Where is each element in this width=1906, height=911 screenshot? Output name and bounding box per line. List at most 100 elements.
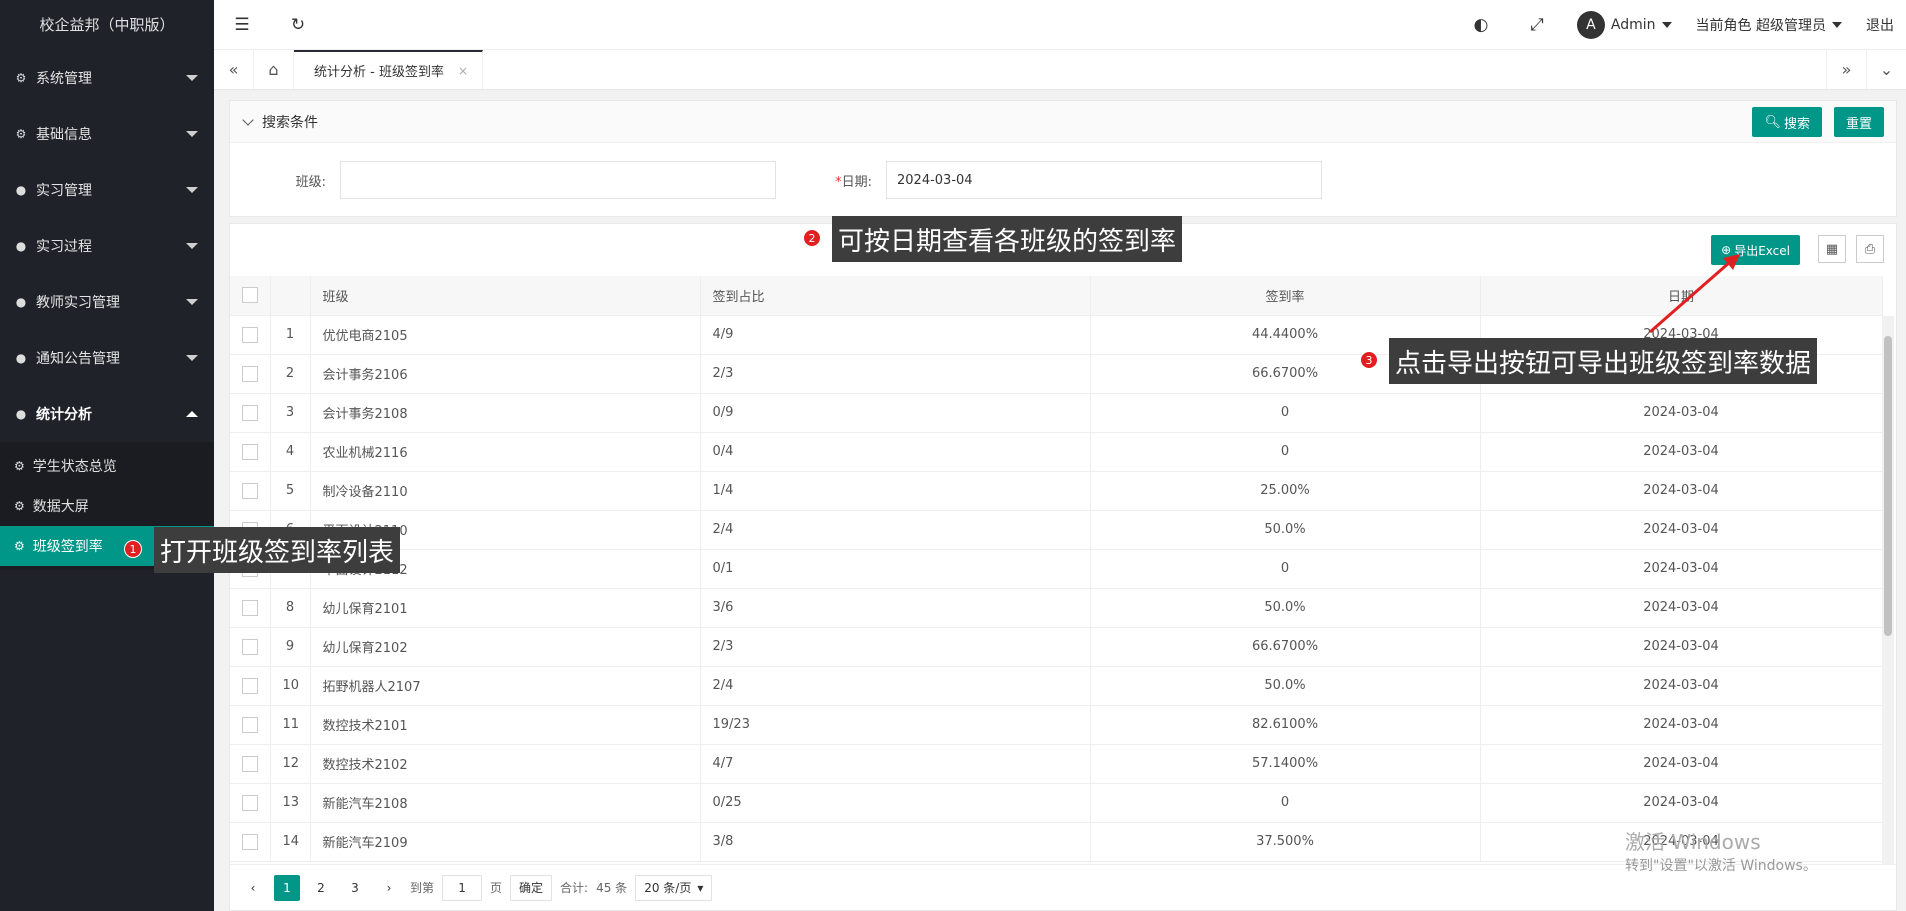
cell-rate: 0: [1090, 432, 1481, 472]
sidebar-group-basic-info[interactable]: ⚙ 基础信息: [0, 106, 214, 162]
row-index: 9: [270, 627, 311, 667]
cell-date: 2024-03-04: [1480, 705, 1883, 745]
sidebar-group-statistics[interactable]: ● 统计分析: [0, 386, 214, 442]
column-header[interactable]: 班级: [310, 276, 701, 316]
sidebar-item-label: 班级签到率: [32, 539, 103, 555]
role-menu[interactable]: 当前角色 超级管理员: [1684, 0, 1854, 50]
column-header[interactable]: 签到率: [1090, 276, 1481, 316]
table-row[interactable]: 12 数控技术2102 4/7 57.1400% 2024-03-04: [230, 744, 1883, 784]
prev-page-icon[interactable]: ‹: [240, 875, 266, 901]
row-checkbox[interactable]: [230, 822, 271, 862]
cell-ratio: 4/7: [700, 744, 1091, 784]
column-header[interactable]: 签到占比: [700, 276, 1091, 316]
caret-down-icon: [186, 187, 198, 193]
row-checkbox[interactable]: [230, 627, 271, 667]
cell-ratio: 3/6: [700, 588, 1091, 628]
date-label-text: 日期:: [841, 174, 872, 190]
logout-link[interactable]: 退出: [1854, 0, 1906, 50]
table-row[interactable]: 8 幼儿保育2101 3/6 50.0% 2024-03-04: [230, 588, 1883, 628]
table-row[interactable]: 11 数控技术2101 19/23 82.6100% 2024-03-04: [230, 705, 1883, 745]
select-all-checkbox[interactable]: [230, 276, 271, 316]
cell-date: 2024-03-04: [1480, 393, 1883, 433]
next-page-icon[interactable]: ›: [376, 875, 402, 901]
close-icon[interactable]: ×: [458, 64, 468, 78]
cell-class: 拓野机器人2107: [310, 666, 701, 706]
cell-rate: 82.6100%: [1090, 705, 1481, 745]
refresh-icon[interactable]: ↻: [270, 0, 326, 50]
row-checkbox[interactable]: [230, 666, 271, 706]
vertical-scrollbar[interactable]: [1882, 316, 1894, 864]
chevron-down-icon: ▾: [697, 880, 704, 895]
tab-bar: « ⌂ 统计分析 - 班级签到率 × » ⌄: [214, 50, 1906, 90]
search-panel: 搜索条件 🔍︎ 搜索 重置 班级: *日期: 2024-03-04: [229, 100, 1897, 217]
export-excel-button[interactable]: ⊕ 导出Excel: [1711, 235, 1800, 265]
search-header[interactable]: 搜索条件: [230, 101, 1896, 143]
table-row[interactable]: 6平面设计21102/450.0%2024-03-04: [230, 510, 1883, 550]
table-row[interactable]: 13 新能汽车2108 0/25 0 2024-03-04: [230, 783, 1883, 823]
search-button[interactable]: 🔍︎ 搜索: [1752, 107, 1822, 137]
fullscreen-icon[interactable]: ⤢: [1509, 0, 1565, 50]
page-3[interactable]: 3: [342, 875, 368, 901]
page-size-select[interactable]: 20 条/页 ▾: [635, 874, 713, 901]
row-checkbox[interactable]: [230, 744, 271, 784]
search-button-label: 搜索: [1783, 116, 1810, 132]
sidebar: 校企益邦（中职版） ⚙ 系统管理 ⚙ 基础信息 ● 实习管理 ● 实习过程 ● 教师实习管…: [0, 0, 214, 911]
columns-icon[interactable]: ▦: [1818, 235, 1846, 263]
row-index: 14: [270, 822, 311, 862]
print-icon[interactable]: ⎙: [1856, 235, 1884, 263]
cell-rate: 50.0%: [1090, 666, 1481, 706]
table-row[interactable]: 10 拓野机器人2107 2/4 50.0% 2024-03-04: [230, 666, 1883, 706]
row-index: 3: [270, 393, 311, 433]
menu-toggle-icon[interactable]: ☰: [214, 0, 270, 50]
row-checkbox[interactable]: [230, 315, 271, 355]
row-checkbox[interactable]: [230, 705, 271, 745]
reset-button[interactable]: 重置: [1833, 107, 1884, 137]
sidebar-group-system[interactable]: ⚙ 系统管理: [0, 50, 214, 106]
cell-class: 会计事务2108: [310, 393, 701, 433]
row-checkbox[interactable]: [230, 783, 271, 823]
row-checkbox[interactable]: [230, 432, 271, 472]
table-row[interactable]: 4 农业机械2116 0/4 0 2024-03-04: [230, 432, 1883, 472]
cell-ratio: 0/25: [700, 783, 1091, 823]
column-header[interactable]: 日期: [1480, 276, 1883, 316]
cell-ratio: 2/3: [700, 627, 1091, 667]
sidebar-item-student-overview[interactable]: ⚙ 学生状态总览: [0, 446, 214, 486]
user-menu[interactable]: A Admin: [1565, 0, 1684, 50]
table-row[interactable]: 9 幼儿保育2102 2/3 66.6700% 2024-03-04: [230, 627, 1883, 667]
sidebar-item-label: 学生状态总览: [32, 459, 117, 475]
sidebar-group-process[interactable]: ● 实习过程: [0, 218, 214, 274]
sidebar-group-internship[interactable]: ● 实习管理: [0, 162, 214, 218]
row-checkbox[interactable]: [230, 471, 271, 511]
sidebar-group-notice[interactable]: ● 通知公告管理: [0, 330, 214, 386]
sidebar-group-teacher[interactable]: ● 教师实习管理: [0, 274, 214, 330]
page-1[interactable]: 1: [274, 874, 300, 901]
goto-page-input[interactable]: 1: [442, 874, 483, 901]
annotation-badge-1: 1: [124, 540, 142, 558]
row-checkbox[interactable]: [230, 393, 271, 433]
sidebar-item-data-screen[interactable]: ⚙ 数据大屏: [0, 486, 214, 526]
user-name: Admin: [1610, 16, 1656, 33]
page-2[interactable]: 2: [308, 875, 334, 901]
cell-rate: 0: [1090, 393, 1481, 433]
caret-down-icon: [1832, 21, 1842, 28]
class-input[interactable]: [340, 161, 776, 199]
goto-confirm-button[interactable]: 确定: [510, 874, 553, 901]
table-header-row: 班级 签到占比 签到率 日期: [230, 276, 1883, 316]
scrollbar-thumb[interactable]: [1884, 336, 1892, 636]
table-row[interactable]: 5 制冷设备2110 1/4 25.00% 2024-03-04: [230, 471, 1883, 511]
home-icon[interactable]: ⌂: [254, 50, 294, 89]
date-input[interactable]: 2024-03-04: [886, 161, 1322, 199]
table-row[interactable]: 3 会计事务2108 0/9 0 2024-03-04: [230, 393, 1883, 433]
row-checkbox[interactable]: [230, 588, 271, 628]
tabs-scroll-right-icon[interactable]: »: [1826, 50, 1866, 89]
cell-ratio: 2/3: [700, 354, 1091, 394]
avatar: A: [1576, 10, 1605, 39]
row-checkbox[interactable]: [230, 354, 271, 394]
table-row[interactable]: 7平面设计21120/102024-03-04: [230, 549, 1883, 589]
tabs-menu-icon[interactable]: ⌄: [1866, 50, 1906, 89]
tab-class-attendance[interactable]: 统计分析 - 班级签到率 ×: [294, 50, 484, 89]
theme-icon[interactable]: ◐: [1453, 0, 1509, 50]
tabs-scroll-left-icon[interactable]: «: [214, 50, 254, 89]
chevron-down-icon: [242, 113, 254, 126]
data-grid: ⊕ 导出Excel ▦ ⎙ 班级 签到占比 签到率 日期 1 优优电商2105 4/9…: [229, 223, 1897, 911]
